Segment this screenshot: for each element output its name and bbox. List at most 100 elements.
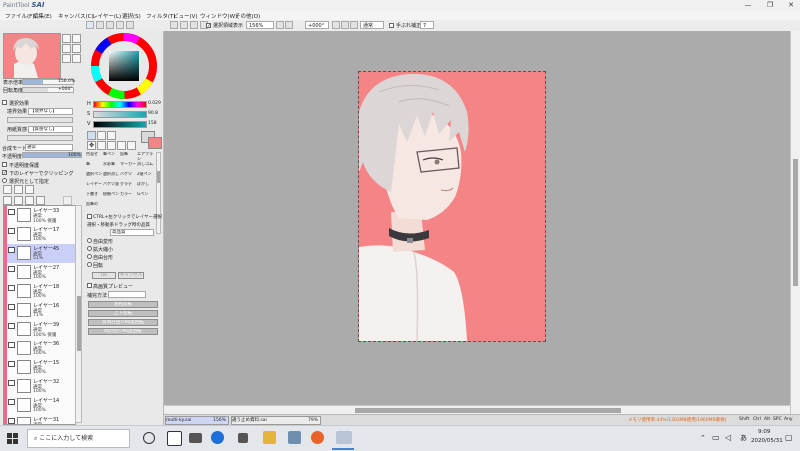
lock-icon[interactable]: [238, 433, 248, 443]
value-slider[interactable]: [93, 121, 147, 128]
nav-rotate-right-icon[interactable]: [72, 54, 81, 63]
clock-date[interactable]: 2020/05/31: [751, 438, 783, 444]
eye-icon[interactable]: [8, 285, 15, 291]
layer-row[interactable]: レイヤー16 通常 71%: [4, 301, 75, 321]
windows-start-icon[interactable]: [7, 433, 18, 444]
eye-icon[interactable]: [8, 228, 15, 234]
layer-mask-icon[interactable]: [63, 196, 72, 205]
menu-layer[interactable]: レイヤー(L): [92, 12, 121, 20]
cancel-button[interactable]: キャンセル: [118, 272, 144, 279]
mode-trapezoid-radio[interactable]: [87, 254, 92, 259]
navigator-preview[interactable]: [3, 33, 61, 79]
menu-view[interactable]: ビュー(V): [173, 12, 198, 20]
explorer-icon[interactable]: [263, 431, 276, 444]
eye-icon[interactable]: [8, 247, 15, 253]
layer-row-selected[interactable]: レイヤー45 通常 51%: [4, 244, 75, 264]
clock-time[interactable]: 9:09: [758, 429, 770, 435]
ok-button[interactable]: OK: [92, 272, 116, 279]
edge-effect-select[interactable]: 【境界なし】: [28, 108, 73, 115]
color-wheel-icon[interactable]: [86, 21, 94, 29]
zoom-select[interactable]: 156%: [246, 21, 274, 29]
layer-row[interactable]: レイヤー18 通常 100%: [4, 282, 75, 302]
ime-indicator[interactable]: あ: [740, 433, 747, 443]
eye-icon[interactable]: [8, 323, 15, 329]
brush-tool[interactable]: 筆: [86, 162, 102, 171]
store-icon[interactable]: [189, 433, 202, 443]
brush-tool[interactable]: 色混ぜ: [86, 152, 102, 161]
color-rgb-icon[interactable]: [96, 21, 104, 29]
menu-edit[interactable]: 編集(E): [33, 12, 52, 20]
rotate-right-icon[interactable]: [341, 21, 349, 29]
layer-row[interactable]: レイヤー36 通常 100%: [4, 339, 75, 359]
nav-fit-icon[interactable]: [72, 44, 81, 53]
brush-scrollbar[interactable]: [156, 152, 161, 234]
network-icon[interactable]: ▭: [712, 433, 720, 442]
flip-vertical-button[interactable]: 上下反転: [88, 310, 158, 317]
artboard[interactable]: [358, 71, 546, 342]
brush-tool[interactable]: 選択ペン: [86, 172, 102, 181]
invert-icon[interactable]: [190, 21, 198, 29]
hand-icon[interactable]: [117, 141, 126, 150]
color-wheel[interactable]: [89, 33, 159, 99]
flip-view-icon[interactable]: [350, 21, 358, 29]
taskbar-search-box[interactable]: ⌕ ここに入力して検索: [27, 429, 130, 448]
rotate-cw-button[interactable]: 時計回り90度回転: [88, 328, 158, 335]
sai-app-icon[interactable]: [336, 431, 352, 444]
brush-tool[interactable]: Gペン: [137, 192, 153, 201]
merge-down-icon[interactable]: [14, 196, 23, 205]
menu-filter[interactable]: フィルタ(T): [146, 12, 176, 20]
brush-tool[interactable]: 下書き: [86, 192, 102, 201]
maximize-button[interactable]: ❐: [760, 0, 780, 10]
brush-tool[interactable]: グラデ: [120, 182, 136, 191]
delete-layer-icon[interactable]: [36, 196, 45, 205]
texture-select[interactable]: 【質感なし】: [28, 126, 73, 133]
selection-toggle-checkbox[interactable]: ✓: [206, 23, 211, 29]
rotate-ccw-button[interactable]: 反時計回り90度回転: [88, 319, 158, 326]
transfer-down-icon[interactable]: [3, 196, 12, 205]
stabilizer-select[interactable]: 7: [420, 21, 434, 29]
nav-zoom-in-icon[interactable]: [62, 34, 71, 43]
brush-tool[interactable]: バケツ塗: [103, 182, 119, 191]
brush-tool[interactable]: 選択消し: [103, 172, 119, 181]
menu-select[interactable]: 選択(S): [122, 12, 141, 20]
doc-tab[interactable]: 違う止め資料.sai 79%: [231, 416, 321, 425]
brush-tool[interactable]: 2値ペン: [137, 172, 153, 181]
clear-layer-icon[interactable]: [25, 196, 34, 205]
layer-row[interactable]: レイヤー14 通常 100%: [4, 396, 75, 416]
primary-color-swatch[interactable]: [148, 137, 162, 149]
layer-row[interactable]: レイヤー33 通常 100% 保護: [4, 206, 75, 226]
layer-list-scroll-thumb[interactable]: [77, 296, 81, 351]
layer-row[interactable]: レイヤー27 通常 100%: [4, 263, 75, 283]
mode-scale-radio[interactable]: [87, 246, 92, 251]
menu-window[interactable]: ウィンドウ(W): [200, 12, 237, 20]
vertical-scrollbar[interactable]: [790, 31, 800, 414]
swatch-icon[interactable]: [116, 21, 124, 29]
brush-tool[interactable]: ぼかし: [137, 182, 153, 191]
horizontal-scroll-thumb[interactable]: [355, 408, 621, 413]
mode-free-radio[interactable]: [87, 238, 92, 243]
menu-canvas[interactable]: キャンバス(C): [58, 12, 94, 20]
transform-quality-select[interactable]: 高品質: [110, 229, 154, 236]
notification-icon[interactable]: ▢: [785, 433, 793, 442]
eye-icon[interactable]: [8, 209, 15, 215]
layer-row[interactable]: レイヤー31通常: [4, 415, 75, 424]
new-linework-layer-icon[interactable]: [14, 185, 23, 194]
photos-icon[interactable]: [288, 431, 301, 444]
eye-icon[interactable]: [8, 399, 15, 405]
brush-tool[interactable]: 鉛筆の: [86, 202, 102, 211]
eye-icon[interactable]: [8, 380, 15, 386]
brush-tool[interactable]: レイヤー: [86, 182, 102, 191]
zoom-out-icon[interactable]: [276, 21, 284, 29]
hue-slider[interactable]: [93, 101, 147, 108]
eye-icon[interactable]: [8, 418, 15, 424]
brush-tool[interactable]: 水彩筆: [103, 162, 119, 171]
saturation-slider[interactable]: [93, 111, 147, 118]
menu-file[interactable]: ファイル(F): [5, 12, 34, 20]
zoom-in-icon[interactable]: [285, 21, 293, 29]
brush-tool[interactable]: エアブラシ: [137, 152, 153, 161]
deselect-icon[interactable]: [180, 21, 188, 29]
brush-tool[interactable]: 消しゴム: [137, 162, 153, 171]
brush-tool[interactable]: カラー: [120, 192, 136, 201]
interp-select[interactable]: [108, 291, 146, 298]
flip-horizontal-button[interactable]: 左右反転: [88, 301, 158, 308]
